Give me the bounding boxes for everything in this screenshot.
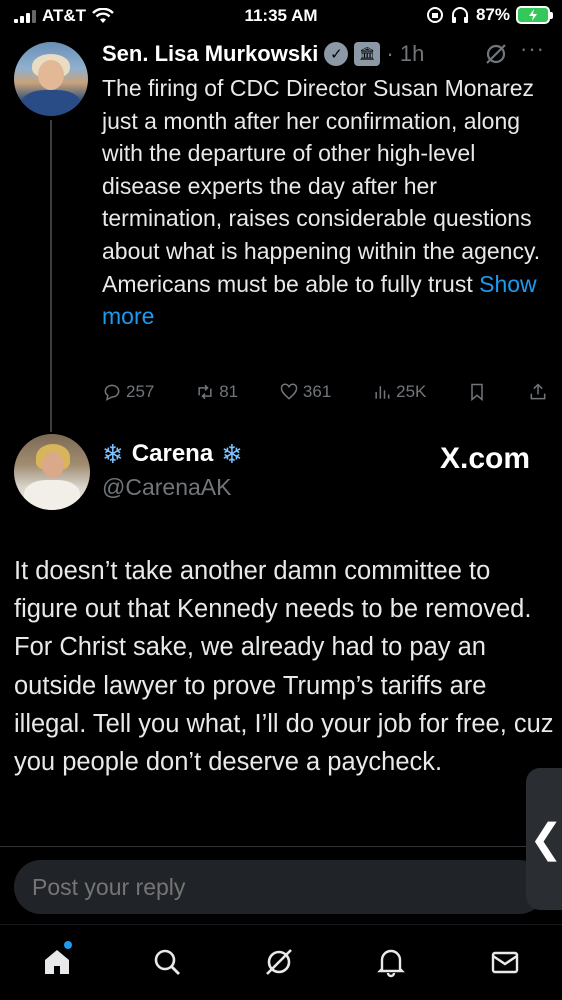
notification-dot — [64, 941, 72, 949]
more-icon[interactable]: ··· — [520, 36, 545, 62]
government-badge-icon: 🏛 — [354, 42, 381, 66]
divider — [0, 846, 562, 847]
timestamp: · 1h — [386, 41, 425, 66]
tweet-actions: 257 81 361 25K — [102, 378, 548, 406]
reply-button[interactable]: 257 — [102, 382, 154, 402]
reply-icon — [104, 384, 120, 401]
nav-notifications[interactable] — [374, 945, 408, 979]
repost-count: 81 — [219, 382, 239, 401]
battery-percent: 87% — [475, 5, 510, 24]
bookmark-button[interactable] — [467, 382, 487, 402]
avatar[interactable] — [14, 42, 88, 116]
battery-icon — [516, 6, 553, 24]
views-icon — [375, 386, 390, 399]
share-button[interactable] — [528, 382, 548, 402]
reply-count: 257 — [126, 382, 155, 401]
bottom-nav — [0, 924, 562, 1000]
thread-line — [50, 120, 52, 432]
status-icons: 87% — [426, 5, 553, 25]
reply-author-name: Carena — [131, 440, 214, 467]
search-icon — [154, 949, 180, 975]
reply-author[interactable]: ❄ Carena ❄ — [102, 440, 243, 468]
nav-home[interactable] — [40, 945, 74, 979]
reply-text: It doesn’t take another damn committee t… — [14, 557, 554, 777]
like-button[interactable]: 361 — [279, 382, 331, 402]
side-panel-handle[interactable]: ❮ — [526, 768, 562, 910]
reply-handle[interactable]: @CarenaAK — [102, 474, 231, 501]
nav-grok[interactable] — [262, 945, 296, 979]
views-count: 25K — [396, 382, 427, 401]
nav-search[interactable] — [150, 945, 184, 979]
tweet-text: The firing of CDC Director Susan Monarez… — [102, 72, 552, 333]
author-name[interactable]: Sen. Lisa Murkowski — [102, 41, 318, 67]
views-button[interactable]: 25K — [372, 382, 426, 402]
home-icon — [45, 950, 69, 974]
repost-button[interactable]: 81 — [195, 382, 238, 402]
reply-avatar[interactable] — [14, 434, 90, 510]
verified-badge-icon: ✓ — [324, 42, 349, 66]
nav-messages[interactable] — [488, 945, 522, 979]
grok-icon[interactable] — [484, 42, 508, 66]
tweet-header: Sen. Lisa Murkowski ✓ 🏛 · 1h — [102, 38, 424, 70]
like-count: 361 — [302, 382, 332, 401]
bookmark-icon — [471, 383, 483, 402]
notifications-icon — [377, 949, 405, 978]
reply-input[interactable] — [14, 860, 546, 914]
messages-icon — [491, 951, 519, 974]
orientation-lock-icon — [426, 7, 443, 23]
snowflake-icon: ❄ — [102, 439, 124, 469]
tweet-body: The firing of CDC Director Susan Monarez… — [102, 75, 541, 297]
like-icon — [280, 383, 298, 400]
snowflake-icon: ❄ — [221, 439, 243, 469]
grok-icon — [266, 949, 292, 975]
affiliation-label: X.com — [440, 442, 531, 475]
repost-icon — [198, 384, 212, 400]
status-bar: AT&T 11:35 AM 87% — [0, 0, 562, 34]
headphones-icon — [451, 7, 468, 23]
share-icon — [530, 383, 546, 400]
